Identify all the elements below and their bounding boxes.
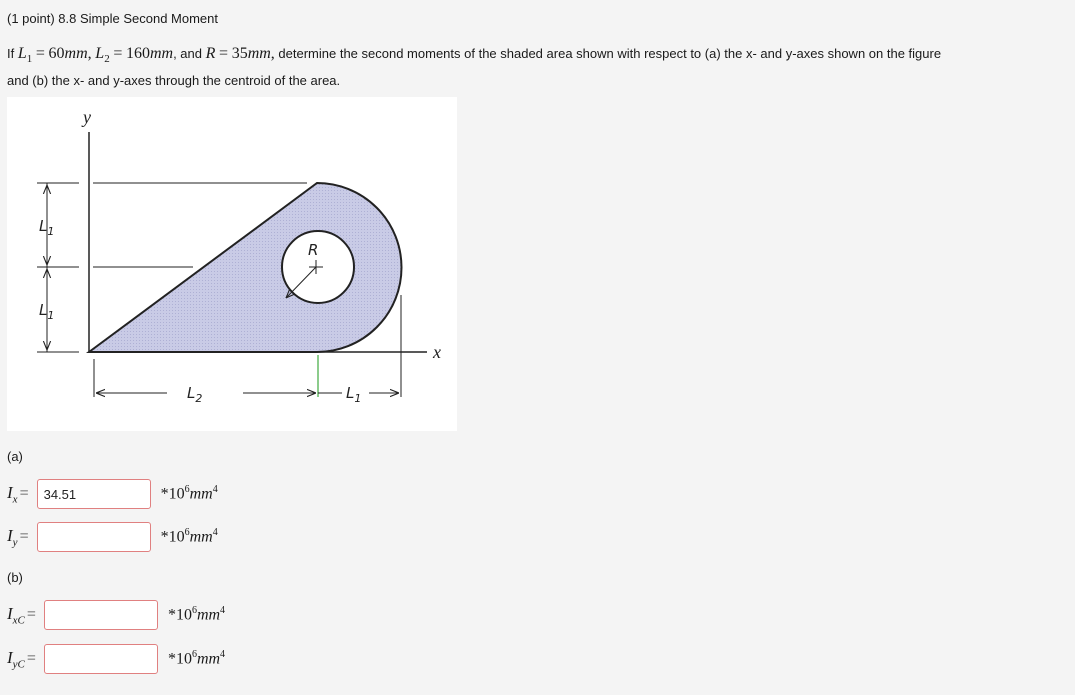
- R-value: 35mm: [231, 45, 271, 62]
- label-L2: L2: [187, 384, 202, 405]
- R-symbol: R: [205, 45, 216, 62]
- if-word: If: [7, 46, 15, 61]
- Iy-label: Iy: [7, 525, 18, 549]
- problem-text-2: and (b) the x- and y-axes through the ce…: [7, 73, 341, 89]
- label-L1-top: L1: [39, 217, 54, 238]
- Ix-row: Ix = *106mm4: [7, 479, 218, 509]
- Iy-row: Iy = *106mm4: [7, 522, 218, 552]
- Ix-label: Ix: [7, 482, 18, 506]
- part-b-label: (b): [7, 570, 23, 585]
- L2-value: 160mm: [125, 45, 174, 62]
- IxC-label: IxC: [7, 603, 25, 627]
- label-L1-bottom: L1: [39, 301, 54, 322]
- y-axis-label: y: [81, 107, 91, 127]
- L1-symbol: L1: [17, 45, 33, 66]
- L2-symbol: L2: [95, 45, 110, 66]
- radius-arrow: [286, 266, 317, 298]
- Ix-unit: *106mm4: [160, 484, 218, 503]
- IyC-input[interactable]: [43, 644, 158, 674]
- IxC-unit: *106mm4: [167, 605, 226, 624]
- figure-diagram: y x L1 L1 L2 L1 R: [37, 107, 441, 405]
- problem-title: (1 point) 8.8 Simple Second Moment: [7, 11, 218, 26]
- label-R: R: [308, 241, 318, 259]
- problem-text-1: determine the second moments of the shad…: [278, 46, 942, 61]
- IxC-row: IxC = *106mm4: [7, 600, 225, 630]
- IxC-input[interactable]: [43, 600, 158, 630]
- problem-statement: If L1 = 60mm, L2 = 160mm, and R = 35mm, …: [7, 45, 942, 89]
- IyC-row: IyC = *106mm4: [7, 644, 225, 674]
- part-a-label: (a): [7, 449, 23, 464]
- Ix-input[interactable]: [36, 479, 151, 509]
- IyC-label: IyC: [7, 647, 25, 671]
- IyC-unit: *106mm4: [167, 649, 226, 668]
- x-axis-label: x: [432, 342, 441, 362]
- label-L1-right: L1: [346, 384, 361, 405]
- Iy-input[interactable]: [36, 522, 151, 552]
- figure: y x L1 L1 L2 L1 R: [7, 97, 457, 431]
- L1-value: 60mm: [48, 45, 88, 62]
- Iy-unit: *106mm4: [160, 527, 218, 546]
